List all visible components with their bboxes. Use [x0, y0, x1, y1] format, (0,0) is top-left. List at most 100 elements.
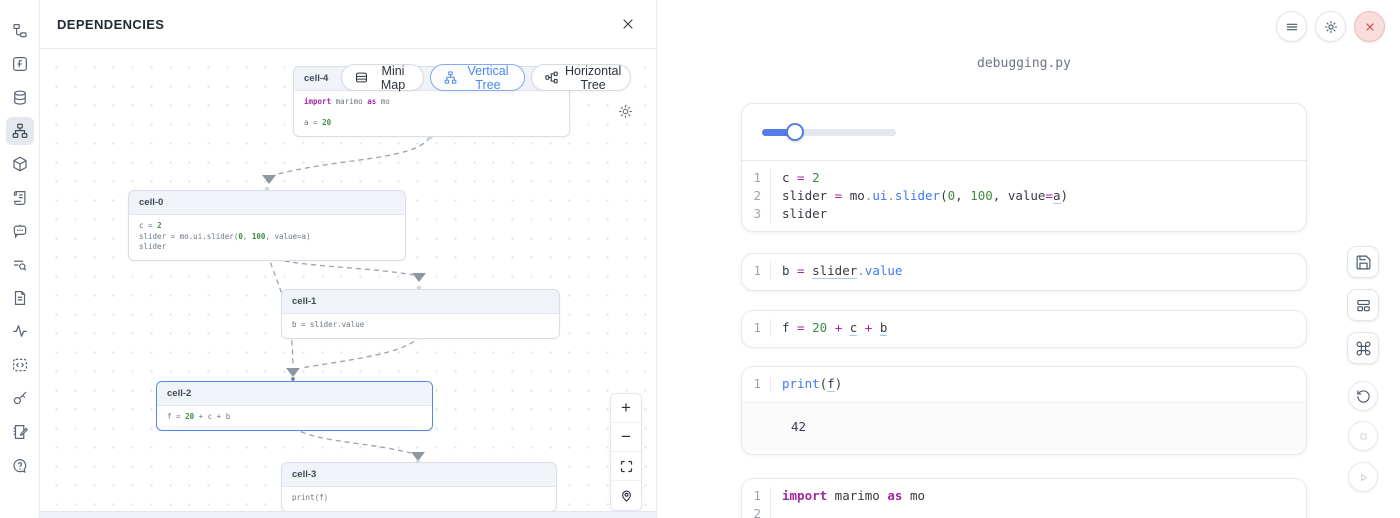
line-number: 2 [742, 187, 770, 205]
code-line: 3slider [742, 205, 1306, 223]
document-icon [11, 289, 29, 307]
close-panel-button[interactable] [616, 12, 640, 36]
sidebar-item-scratchpad[interactable] [6, 418, 34, 446]
file-tree-icon [11, 22, 29, 40]
run-button[interactable] [1348, 462, 1378, 492]
scroll-icon [11, 189, 29, 207]
undo-button[interactable] [1348, 381, 1378, 411]
vertical-tree-button[interactable]: Vertical Tree [430, 64, 525, 91]
cell-editor[interactable]: 1print(f) [742, 367, 1306, 402]
save-button[interactable] [1347, 246, 1379, 278]
code-line: 2 [742, 505, 1306, 518]
sidebar-item-help[interactable] [6, 452, 34, 480]
code-line: import marimo as mo [304, 97, 559, 108]
node-code: c = 2slider = mo.ui.slider(0, 100, value… [129, 215, 405, 260]
vertical-tree-label: Vertical Tree [464, 64, 512, 92]
graph-settings-button[interactable] [617, 102, 635, 120]
code-line: f = 20 + c + b [167, 412, 422, 423]
slider-thumb[interactable] [786, 123, 804, 141]
fit-view-icon [619, 459, 634, 474]
node-code: print(f) [282, 487, 556, 511]
sidebar-item-ai-chat[interactable] [6, 217, 34, 245]
horizontal-tree-label: Horizontal Tree [565, 64, 621, 92]
graph-node-cell-3[interactable]: cell-3 print(f) [281, 462, 557, 512]
cell-editor[interactable]: 1c = 22slider = mo.ui.slider(0, 100, val… [742, 161, 1306, 232]
notebook-cell: 1print(f) 42 [741, 366, 1307, 455]
map-pin-icon [619, 488, 634, 503]
graph-node-cell-1[interactable]: cell-1 b = slider.value [281, 289, 560, 339]
zoom-in-button[interactable]: + [611, 394, 641, 423]
package-icon [11, 155, 29, 173]
node-title: cell-1 [282, 290, 559, 314]
sidebar-item-packages[interactable] [6, 150, 34, 178]
close-icon [1362, 19, 1378, 35]
mini-map-label: Mini Map [375, 64, 411, 92]
minus-icon: − [621, 427, 631, 447]
mini-map-icon [354, 70, 369, 85]
line-number: 1 [742, 375, 770, 393]
cell-console-output: 42 [742, 402, 1306, 450]
notebook-settings-button[interactable] [1315, 11, 1346, 42]
locate-node-button[interactable] [611, 481, 641, 510]
horizontal-tree-button[interactable]: Horizontal Tree [531, 64, 631, 91]
layout-toggle-button[interactable] [1347, 289, 1379, 321]
key-icon [11, 389, 29, 407]
graph-node-cell-2[interactable]: cell-2 f = 20 + c + b [156, 381, 433, 431]
line-number: 1 [742, 262, 770, 280]
sidebar-item-code-panel[interactable] [6, 351, 34, 379]
notebook-pencil-icon [11, 423, 29, 441]
fit-view-button[interactable] [611, 452, 641, 481]
node-code: import marimo as mo a = 20 [294, 91, 569, 136]
undo-icon [1356, 389, 1371, 404]
panel-scrollbar-track[interactable] [40, 511, 656, 518]
shutdown-button[interactable] [1354, 11, 1385, 42]
dependencies-header: DEPENDENCIES [40, 0, 656, 49]
notebook-menu-button[interactable] [1276, 11, 1307, 42]
save-icon [1355, 254, 1372, 271]
icon-sidebar [0, 0, 40, 518]
notebook-cell: 1import marimo as mo2 [741, 478, 1307, 518]
gear-icon [617, 103, 635, 120]
line-number: 2 [742, 505, 770, 518]
code-box-icon [11, 356, 29, 374]
notebook-cell: 1f = 20 + c + b [741, 310, 1307, 348]
gear-icon [1323, 19, 1339, 35]
sidebar-item-datasources[interactable] [6, 84, 34, 112]
node-code: f = 20 + c + b [157, 406, 432, 430]
chat-icon [11, 222, 29, 240]
horizontal-tree-icon [544, 70, 559, 85]
mini-map-button[interactable]: Mini Map [341, 64, 424, 91]
cell-editor[interactable]: 1import marimo as mo2 [742, 479, 1306, 518]
line-number: 1 [742, 487, 770, 505]
dependencies-title: DEPENDENCIES [57, 17, 164, 32]
stop-button[interactable] [1348, 421, 1378, 451]
graph-node-cell-0[interactable]: cell-0 c = 2slider = mo.ui.slider(0, 100… [128, 190, 406, 261]
code-line: 1import marimo as mo [742, 487, 1306, 505]
code-line: 2slider = mo.ui.slider(0, 100, value=a) [742, 187, 1306, 205]
close-icon [620, 16, 636, 32]
hamburger-menu-icon [1284, 19, 1300, 35]
sidebar-item-outline-search[interactable] [6, 251, 34, 279]
line-number: 1 [742, 319, 770, 337]
node-title: cell-0 [129, 191, 405, 215]
sidebar-item-file-explorer[interactable] [6, 17, 34, 45]
sidebar-item-snippets[interactable] [6, 284, 34, 312]
cell-editor[interactable]: 1f = 20 + c + b [742, 311, 1306, 346]
notebook-cell: 1b = slider.value [741, 253, 1307, 291]
function-icon [11, 55, 29, 73]
plus-icon: + [621, 398, 631, 418]
slider-widget[interactable] [762, 129, 896, 136]
cell-output-slider [742, 104, 1306, 161]
sidebar-item-variables[interactable] [6, 50, 34, 78]
node-title: cell-3 [282, 463, 556, 487]
code-line: a = 20 [304, 118, 559, 129]
zoom-out-button[interactable]: − [611, 423, 641, 452]
sidebar-item-secrets[interactable] [6, 384, 34, 412]
sidebar-item-tracing[interactable] [6, 317, 34, 345]
cell-editor[interactable]: 1b = slider.value [742, 254, 1306, 289]
keyboard-shortcuts-button[interactable] [1347, 332, 1379, 364]
code-line: b = slider.value [292, 320, 549, 331]
sidebar-item-logs[interactable] [6, 184, 34, 212]
node-code: b = slider.value [282, 314, 559, 338]
sidebar-item-dependency-graph[interactable] [6, 117, 34, 145]
